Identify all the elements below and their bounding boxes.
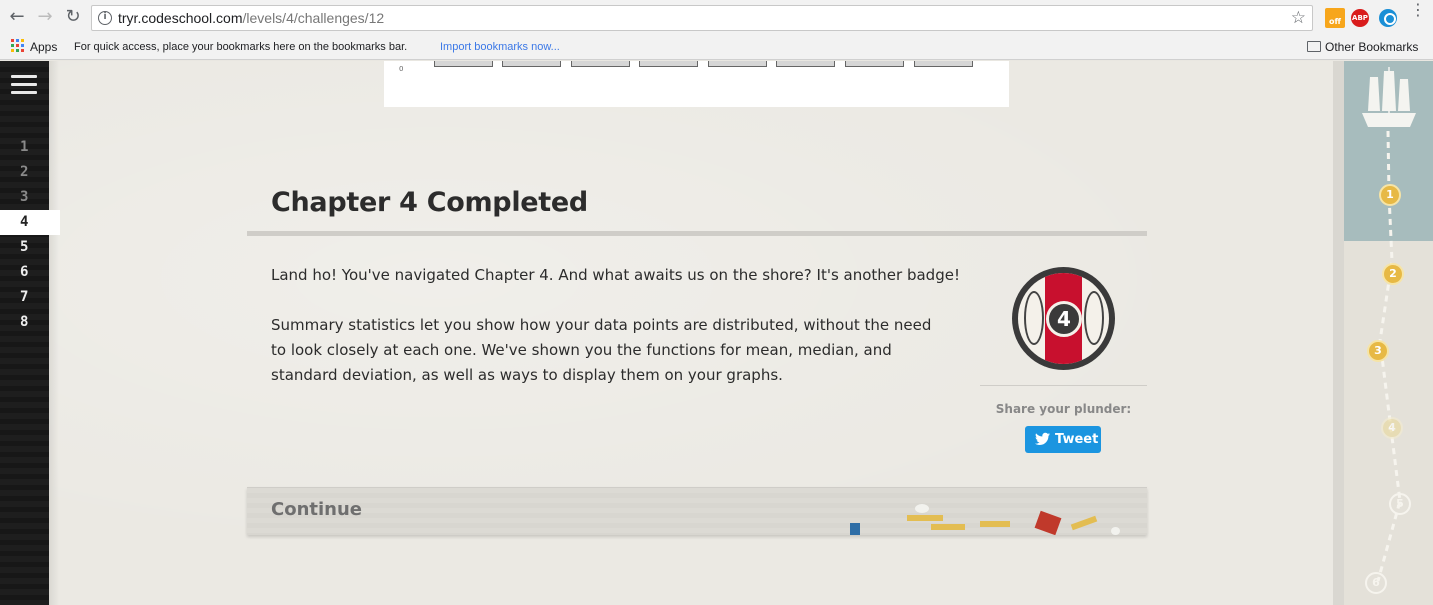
share-divider bbox=[980, 385, 1147, 386]
forward-arrow-icon[interactable]: → bbox=[34, 6, 56, 28]
level-link-8[interactable]: 8 bbox=[0, 310, 49, 335]
ship-icon bbox=[1362, 67, 1416, 127]
histogram-bar bbox=[708, 61, 767, 67]
chapter-badge: 4 bbox=[1012, 267, 1115, 370]
pearl-icon bbox=[915, 504, 929, 513]
gold-bar-icon bbox=[980, 521, 1010, 527]
extension-circle-icon[interactable] bbox=[1379, 9, 1397, 27]
adblock-label: ABP bbox=[1352, 14, 1368, 22]
gold-bar-icon bbox=[1070, 515, 1098, 531]
gem-icon bbox=[850, 523, 860, 535]
progress-map: 1 2 3 4 5 6 bbox=[1344, 61, 1433, 605]
level-link-2[interactable]: 2 bbox=[0, 160, 49, 185]
map-node-4[interactable]: 4 bbox=[1381, 417, 1403, 439]
level-link-5[interactable]: 5 bbox=[0, 235, 49, 260]
chapter-title: Chapter 4 Completed bbox=[271, 187, 588, 218]
url-host: tryr.codeschool.com bbox=[118, 10, 243, 26]
other-bookmarks-link[interactable]: Other Bookmarks bbox=[1325, 37, 1418, 57]
folder-icon bbox=[1307, 41, 1321, 52]
badge-number: 4 bbox=[1046, 301, 1082, 337]
ruby-icon bbox=[1034, 510, 1062, 535]
bookmarks-hint: For quick access, place your bookmarks h… bbox=[74, 41, 408, 53]
map-node-3[interactable]: 3 bbox=[1367, 340, 1389, 362]
apps-grid-icon[interactable] bbox=[11, 39, 24, 52]
pearl-icon bbox=[1111, 527, 1120, 535]
share-label: Share your plunder: bbox=[995, 402, 1132, 416]
hamburger-menu-icon[interactable] bbox=[11, 75, 37, 95]
axis-tick-label: 0 bbox=[399, 65, 404, 73]
continue-button[interactable]: Continue bbox=[247, 487, 1147, 535]
twitter-bird-icon bbox=[1035, 432, 1050, 445]
histogram-bar bbox=[571, 61, 630, 67]
gold-bar-icon bbox=[931, 524, 965, 530]
level-sidebar: 1 2 3 4 5 6 7 8 bbox=[0, 61, 60, 605]
continue-label: Continue bbox=[271, 499, 363, 520]
chart-output-strip: 0 bbox=[384, 61, 1009, 107]
histogram-bar bbox=[845, 61, 904, 67]
gold-bar-icon bbox=[907, 515, 943, 521]
badge-emblem: 4 bbox=[1018, 273, 1109, 364]
level-list: 1 2 3 4 5 6 7 8 bbox=[0, 135, 60, 335]
histogram-bar bbox=[776, 61, 835, 67]
reload-icon[interactable]: ↻ bbox=[62, 6, 84, 28]
back-arrow-icon[interactable]: ← bbox=[6, 6, 28, 28]
tweet-button[interactable]: Tweet bbox=[1025, 426, 1101, 453]
map-node-6[interactable]: 6 bbox=[1365, 572, 1387, 594]
extension-off-label: off bbox=[1329, 17, 1341, 26]
browser-menu-icon[interactable]: ⋮ bbox=[1410, 2, 1426, 18]
octopus-tentacle-icon bbox=[1084, 291, 1104, 345]
url-text[interactable]: tryr.codeschool.com/levels/4/challenges/… bbox=[118, 9, 384, 27]
url-path: /levels/4/challenges/12 bbox=[242, 10, 385, 26]
title-divider bbox=[247, 231, 1147, 236]
map-node-5[interactable]: 5 bbox=[1389, 493, 1411, 515]
app-area: 1 2 3 4 5 6 7 8 0 Chapter 4 Completed La… bbox=[0, 61, 1433, 605]
level-link-6[interactable]: 6 bbox=[0, 260, 49, 285]
browser-toolbar: ← → ↻ i tryr.codeschool.com/levels/4/cha… bbox=[0, 0, 1433, 36]
chapter-summary: Summary statistics let you show how your… bbox=[271, 316, 932, 384]
map-node-2[interactable]: 2 bbox=[1382, 263, 1404, 285]
map-node-1[interactable]: 1 bbox=[1379, 184, 1401, 206]
octopus-tentacle-icon bbox=[1024, 291, 1044, 345]
histogram-bar bbox=[434, 61, 493, 67]
paper-shadow bbox=[49, 61, 59, 605]
histogram-bar bbox=[639, 61, 698, 67]
histogram-bar bbox=[502, 61, 561, 67]
address-bar[interactable]: i tryr.codeschool.com/levels/4/challenge… bbox=[91, 5, 1313, 31]
extension-off-icon[interactable]: off bbox=[1325, 8, 1345, 28]
level-link-1[interactable]: 1 bbox=[0, 135, 49, 160]
chapter-intro: Land ho! You've navigated Chapter 4. And… bbox=[271, 266, 960, 284]
paper-edge bbox=[1333, 61, 1344, 605]
apps-link[interactable]: Apps bbox=[30, 37, 57, 57]
histogram-bar bbox=[914, 61, 973, 67]
adblock-icon[interactable]: ABP bbox=[1351, 9, 1369, 27]
tweet-label: Tweet bbox=[1055, 432, 1099, 447]
level-link-7[interactable]: 7 bbox=[0, 285, 49, 310]
level-link-3[interactable]: 3 bbox=[0, 185, 49, 210]
bookmark-star-icon[interactable]: ☆ bbox=[1291, 8, 1306, 28]
import-bookmarks-link[interactable]: Import bookmarks now... bbox=[440, 37, 560, 57]
bookmarks-bar: Apps For quick access, place your bookma… bbox=[0, 36, 1433, 60]
level-link-4[interactable]: 4 bbox=[0, 210, 60, 235]
info-icon[interactable]: i bbox=[98, 11, 112, 25]
